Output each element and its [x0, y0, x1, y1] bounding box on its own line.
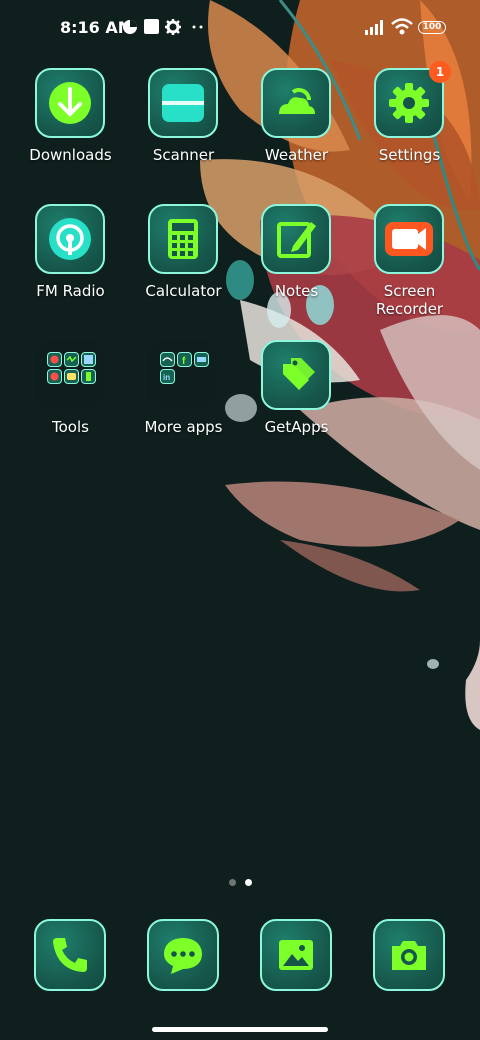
folder-more-apps[interactable]: f in More apps	[127, 340, 240, 460]
app-weather[interactable]: Weather	[240, 68, 353, 188]
gear-icon	[389, 83, 429, 123]
app-downloads[interactable]: Downloads	[14, 68, 127, 188]
app-scanner[interactable]: Scanner	[127, 68, 240, 188]
app-label: Screen Recorder	[375, 282, 444, 318]
folder-icon[interactable]	[35, 340, 105, 410]
message-bubble-icon	[164, 938, 202, 974]
app-label: Calculator	[145, 282, 222, 300]
scanner-icon	[162, 84, 204, 122]
app-label: Notes	[274, 282, 319, 300]
svg-text:f: f	[182, 356, 186, 365]
app-label: Weather	[264, 146, 329, 164]
app-notes[interactable]: Notes	[240, 204, 353, 324]
page-dot-active[interactable]	[245, 879, 252, 886]
dock-phone[interactable]	[34, 919, 106, 991]
dock-messages[interactable]	[147, 919, 219, 991]
folder-icon[interactable]: f in	[148, 340, 218, 410]
app-fm-radio[interactable]: FM Radio	[14, 204, 127, 324]
app-label: Settings	[378, 146, 441, 164]
app-label: GetApps	[264, 418, 329, 436]
notes-pencil-icon	[277, 222, 316, 258]
dock-gallery[interactable]	[260, 919, 332, 991]
app-label: FM Radio	[36, 282, 105, 300]
weather-cloud-sun-icon	[279, 88, 315, 114]
page-dot[interactable]	[229, 879, 236, 886]
dock-camera[interactable]	[373, 919, 445, 991]
app-label: More apps	[144, 418, 223, 436]
tag-store-icon	[283, 358, 315, 390]
camera-icon	[392, 941, 426, 970]
folder-tools[interactable]: Tools	[14, 340, 127, 460]
radio-icon	[49, 218, 91, 260]
app-screen-recorder[interactable]: Screen Recorder	[353, 204, 466, 324]
notification-badge: 1	[429, 61, 451, 83]
app-settings[interactable]: Settings	[353, 68, 466, 188]
download-arrow-icon	[49, 82, 91, 124]
svg-text:in: in	[163, 373, 170, 382]
app-label: Tools	[52, 418, 89, 436]
app-getapps[interactable]: GetApps	[240, 340, 353, 460]
video-camera-icon	[385, 222, 433, 256]
app-label: Downloads	[29, 146, 112, 164]
phone-icon	[53, 938, 87, 972]
image-icon	[279, 940, 313, 970]
home-gesture-bar[interactable]	[152, 1027, 328, 1032]
app-label: Scanner	[152, 146, 215, 164]
app-grid: Downloads Scanner Weather Settings FM Ra…	[0, 0, 480, 460]
calculator-icon	[168, 219, 198, 259]
app-calculator[interactable]: Calculator	[127, 204, 240, 324]
